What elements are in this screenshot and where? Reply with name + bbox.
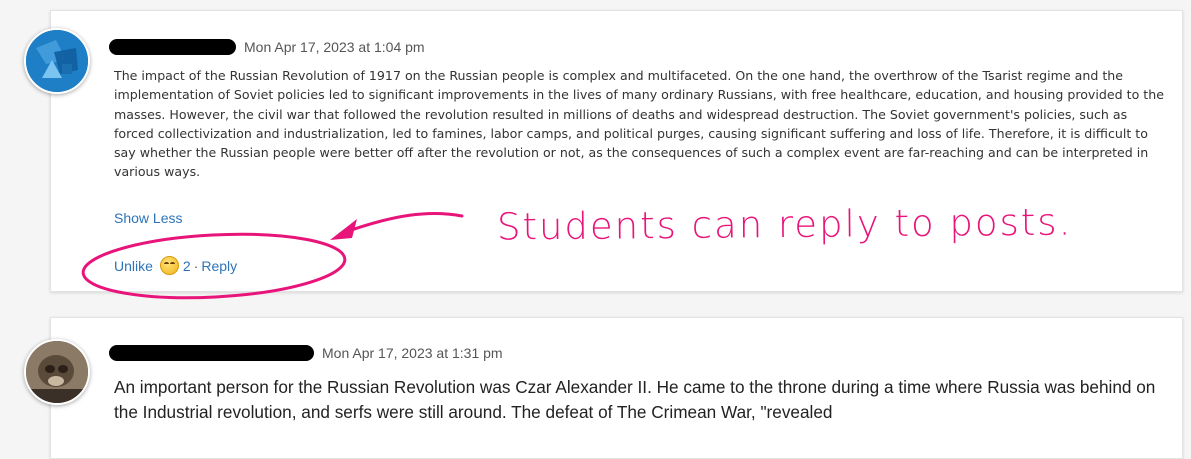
highlight-ellipse bbox=[81, 232, 347, 300]
arrow-head bbox=[330, 219, 357, 240]
arrow-shaft bbox=[338, 211, 464, 236]
annotation-caption: Students can reply to posts. bbox=[496, 200, 1073, 249]
